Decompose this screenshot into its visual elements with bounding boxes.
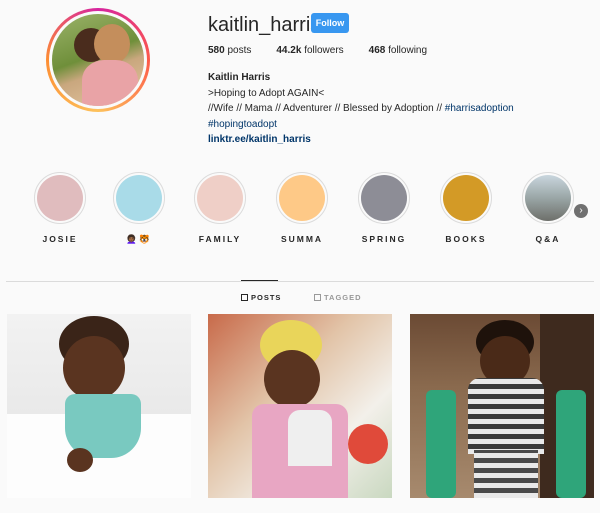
profile-stats: 580 posts 44.2k followers 468 following (208, 45, 452, 56)
hashtag-link[interactable]: #hopingtoadopt (208, 119, 277, 130)
highlight-josie[interactable]: JOSIE (30, 172, 90, 244)
tabs-divider (6, 281, 594, 282)
highlight-summa[interactable]: SUMMA (272, 172, 332, 244)
chevron-right-icon[interactable]: › (574, 204, 588, 218)
bio-name: Kaitlin Harris (208, 72, 271, 83)
profile-avatar[interactable] (46, 8, 150, 112)
stat-posts[interactable]: 580 posts (208, 45, 251, 56)
avatar-photo (52, 14, 144, 106)
highlight-emoji[interactable]: 👩🏾‍🦱🐯 (109, 172, 169, 245)
highlight-qa[interactable]: Q&A (518, 172, 578, 244)
stat-following[interactable]: 468 following (369, 45, 427, 56)
post-thumbnail[interactable] (410, 314, 594, 498)
bio-external-link[interactable]: linktr.ee/kaitlin_harris (208, 134, 311, 145)
tab-posts[interactable]: POSTS (241, 293, 281, 302)
follow-button[interactable]: Follow (311, 13, 349, 33)
active-tab-indicator (241, 280, 278, 281)
grid-icon (241, 294, 248, 301)
highlight-books[interactable]: BOOKS (436, 172, 496, 244)
username: kaitlin_harris (208, 14, 321, 36)
tab-tagged[interactable]: TAGGED (314, 293, 362, 302)
post-thumbnail[interactable] (7, 314, 191, 498)
bio-line-2: //Wife // Mama // Adventurer // Blessed … (208, 103, 514, 114)
highlight-spring[interactable]: SPRING (354, 172, 414, 244)
post-thumbnail[interactable] (208, 314, 392, 498)
profile-bio: Kaitlin Harris >Hoping to Adopt AGAIN< /… (208, 70, 588, 148)
stat-followers[interactable]: 44.2k followers (276, 45, 343, 56)
highlight-family[interactable]: FAMILY (190, 172, 250, 244)
tag-icon (314, 294, 321, 301)
bio-line-1: >Hoping to Adopt AGAIN< (208, 87, 325, 99)
hashtag-link[interactable]: #harrisadoption (445, 103, 514, 114)
story-highlights: JOSIE 👩🏾‍🦱🐯 FAMILY SUMMA SPRING BOOKS Q&… (0, 172, 600, 252)
